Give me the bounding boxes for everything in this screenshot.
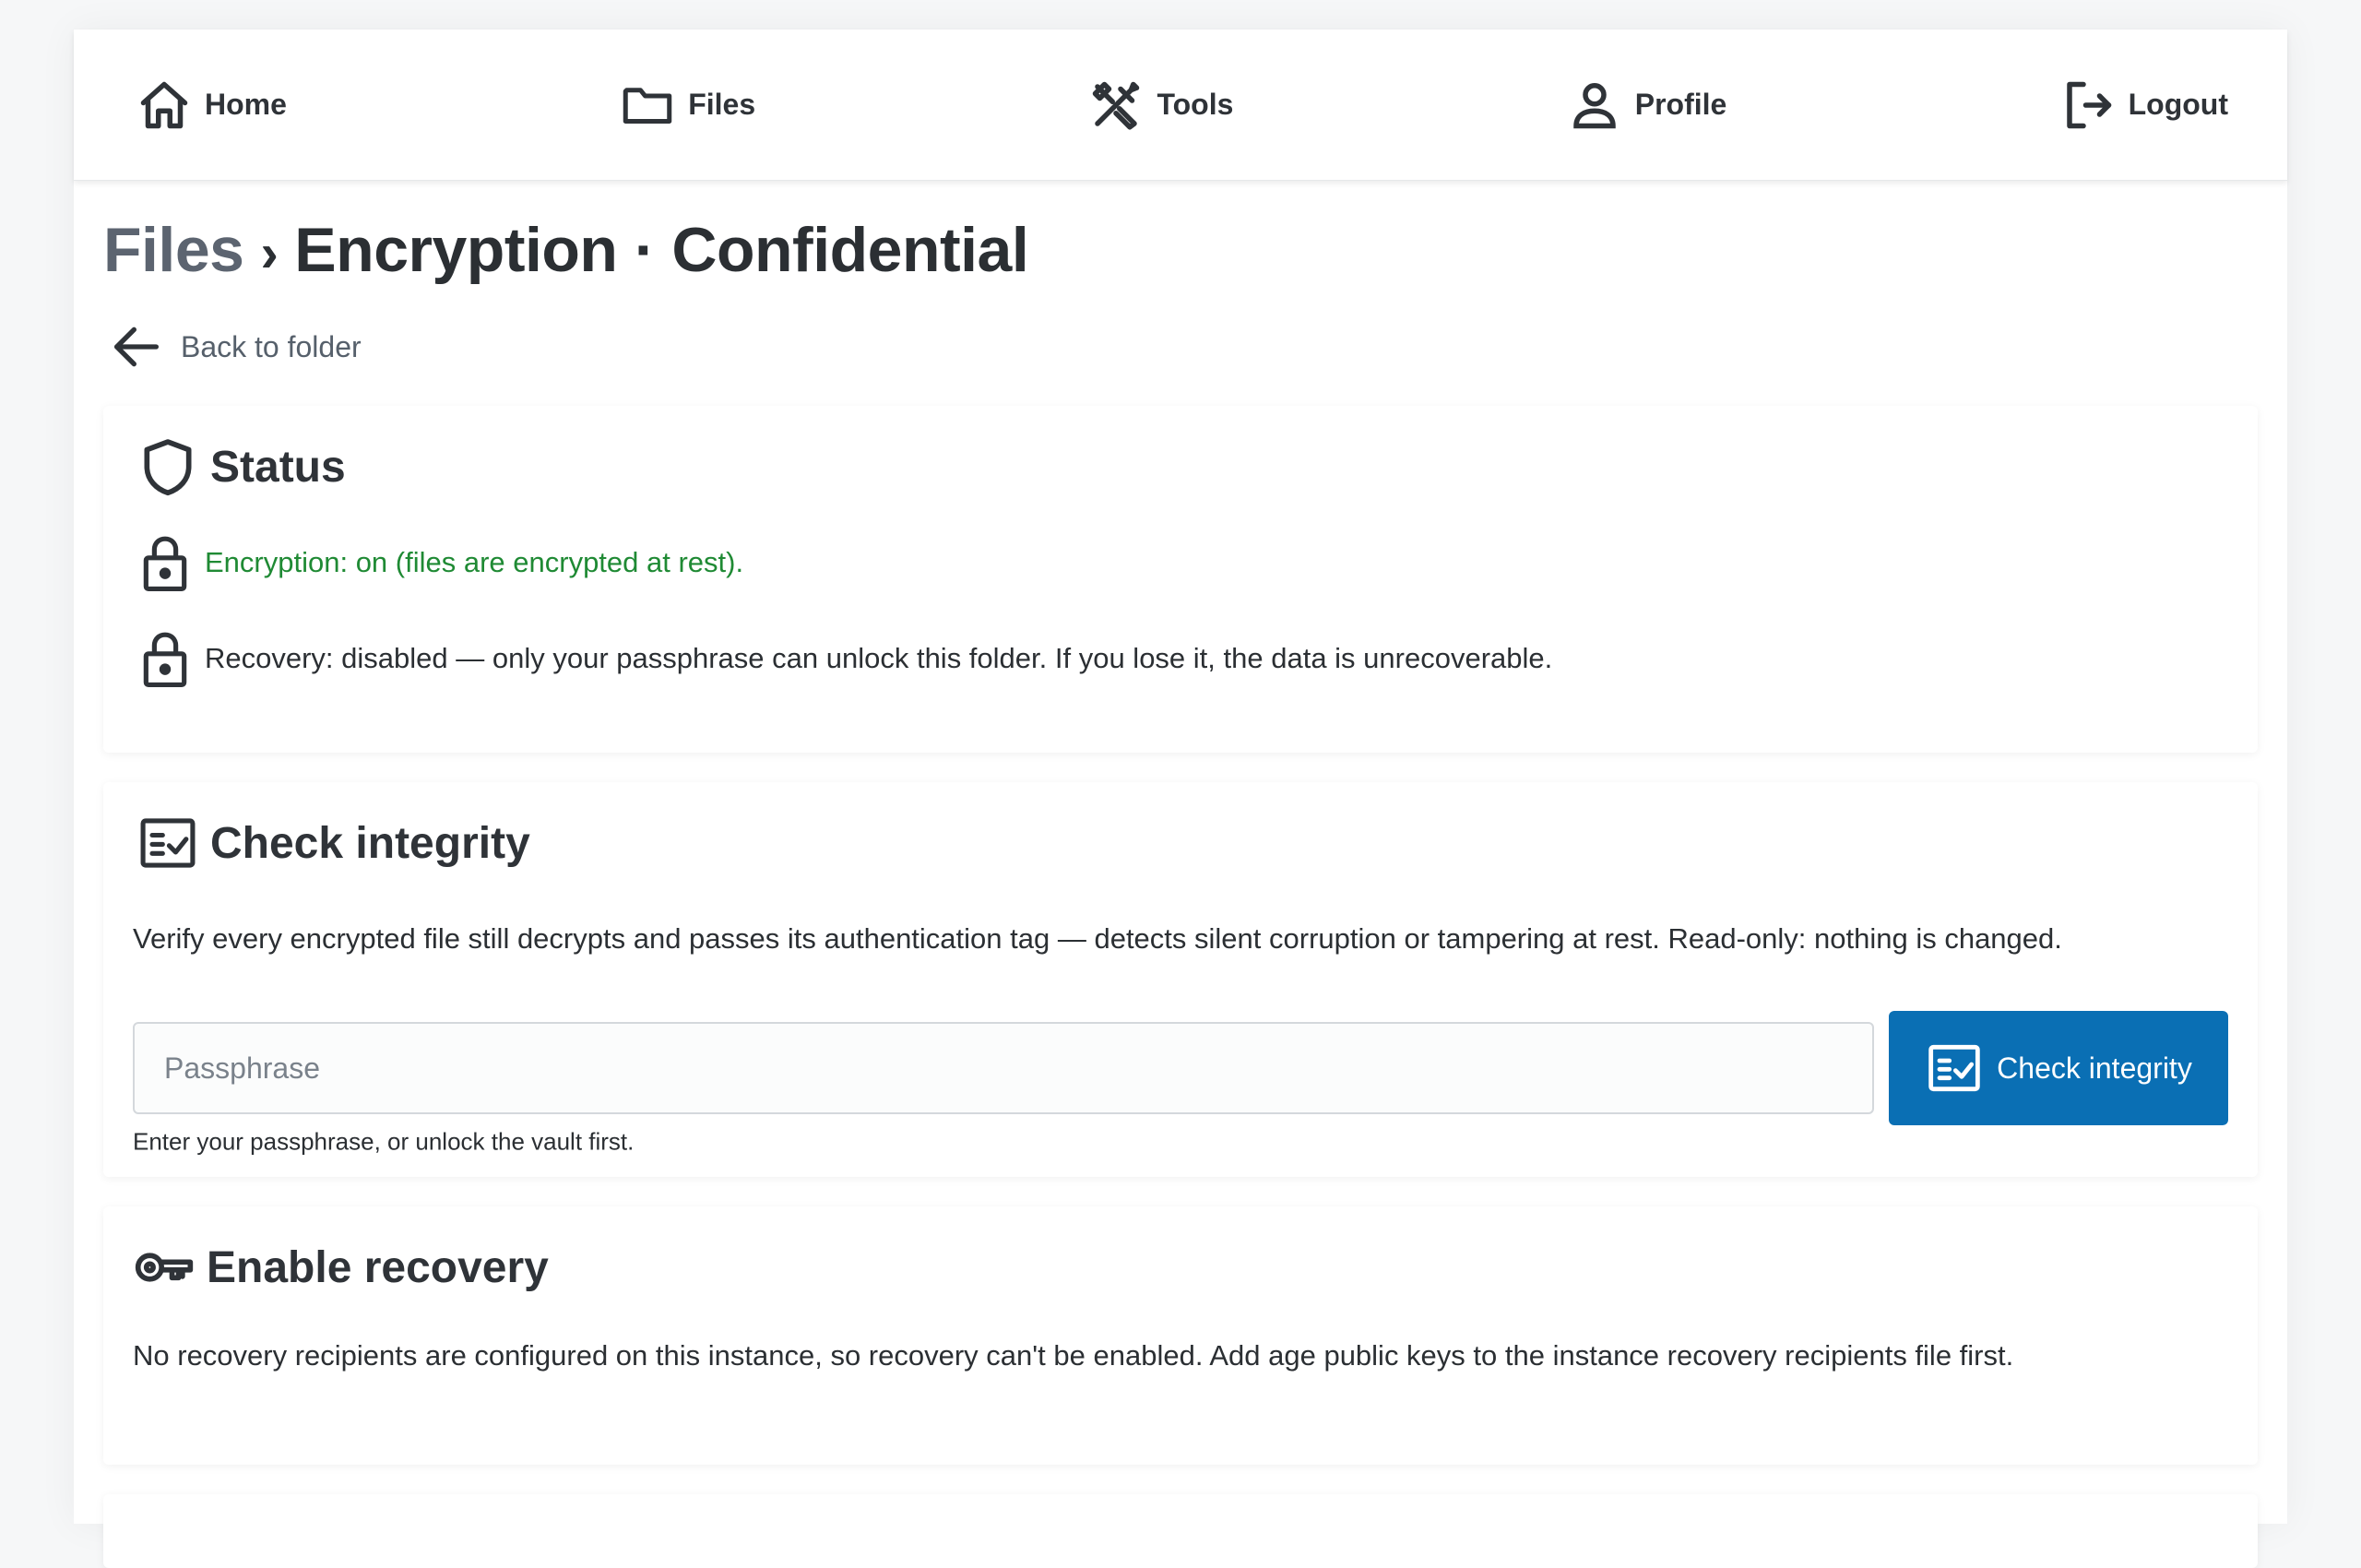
- shield-icon: [144, 439, 192, 496]
- nav-tools[interactable]: Tools: [1088, 77, 1233, 133]
- app-frame: Home Files Tools Profile Logout Files › …: [74, 30, 2287, 1568]
- nav-profile[interactable]: Profile: [1567, 77, 1727, 133]
- status-title: Status: [210, 442, 346, 492]
- status-heading: Status: [136, 435, 346, 498]
- encryption-status-text: Encryption: on (files are encrypted at r…: [205, 546, 744, 578]
- breadcrumb-files-link[interactable]: Files: [103, 214, 244, 286]
- integrity-title: Check integrity: [210, 818, 530, 868]
- recovery-card: Enable recovery No recovery recipients a…: [103, 1206, 2258, 1465]
- nav-profile-label: Profile: [1634, 88, 1727, 121]
- checklist-icon: [1928, 1044, 1980, 1092]
- integrity-heading: Check integrity: [136, 812, 530, 874]
- recovery-status: Recovery: disabled — only your passphras…: [136, 627, 1552, 690]
- status-card: Status Encryption: on (files are encrypt…: [103, 406, 2258, 753]
- nav-logout-label: Logout: [2128, 88, 2228, 121]
- home-icon: [140, 81, 188, 128]
- page-title: Files › Encryption · Confidential: [103, 214, 1029, 286]
- recovery-heading: Enable recovery: [133, 1236, 549, 1299]
- passphrase-hint: Enter your passphrase, or unlock the vau…: [133, 1127, 635, 1156]
- key-icon: [135, 1253, 194, 1282]
- lock-icon: [143, 632, 187, 687]
- checklist-icon: [140, 818, 196, 868]
- next-card: [103, 1494, 2258, 1568]
- lock-icon: [143, 536, 187, 591]
- nav-home[interactable]: Home: [136, 77, 287, 133]
- back-link-label: Back to folder: [181, 329, 362, 363]
- integrity-card: Check integrity Verify every encrypted f…: [103, 782, 2258, 1177]
- nav-files-label: Files: [688, 88, 756, 121]
- logout-icon: [2066, 81, 2111, 128]
- folder-icon: [623, 87, 672, 124]
- arrow-left-icon: [114, 327, 159, 367]
- nav-files[interactable]: Files: [620, 77, 755, 133]
- top-navbar: Home Files Tools Profile Logout: [74, 30, 2287, 181]
- user-icon: [1572, 82, 1616, 128]
- check-integrity-button-label: Check integrity: [1997, 1051, 2192, 1085]
- nav-home-label: Home: [205, 88, 287, 121]
- check-integrity-button[interactable]: Check integrity: [1889, 1011, 2228, 1125]
- back-to-folder-link[interactable]: Back to folder: [107, 317, 362, 376]
- encryption-status: Encryption: on (files are encrypted at r…: [136, 531, 743, 594]
- nav-logout[interactable]: Logout: [2060, 77, 2228, 133]
- breadcrumb-current: Encryption · Confidential: [294, 215, 1029, 285]
- tools-icon: [1093, 81, 1140, 129]
- nav-tools-label: Tools: [1157, 88, 1234, 121]
- recovery-description: No recovery recipients are configured on…: [133, 1339, 2014, 1372]
- recovery-title: Enable recovery: [207, 1242, 549, 1292]
- recovery-status-text: Recovery: disabled — only your passphras…: [205, 642, 1553, 674]
- integrity-description: Verify every encrypted file still decryp…: [133, 922, 2062, 955]
- breadcrumb-separator: ›: [260, 223, 279, 283]
- passphrase-input[interactable]: [133, 1022, 1874, 1114]
